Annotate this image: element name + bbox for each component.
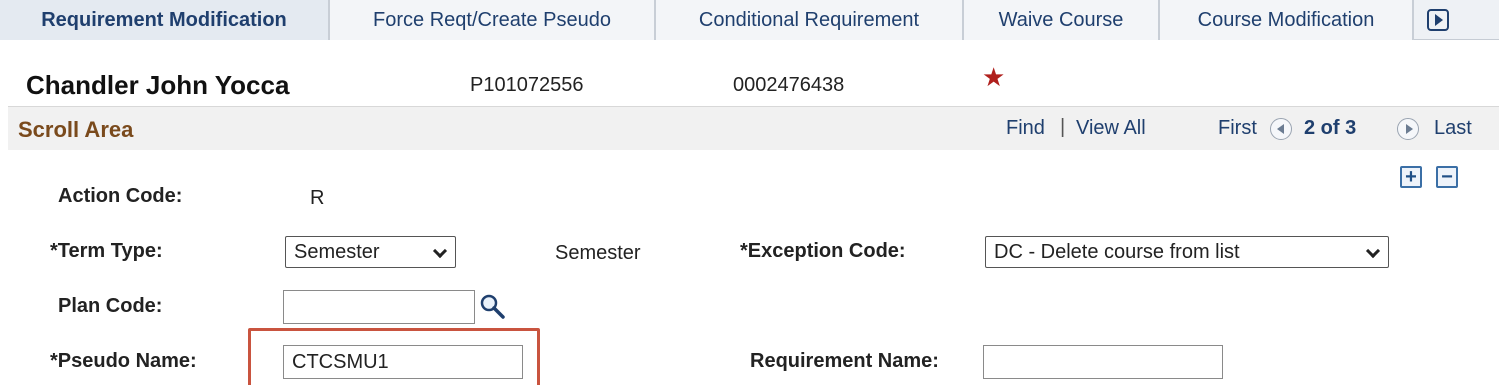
view-all-link[interactable]: View All [1076, 117, 1146, 140]
first-link[interactable]: First [1218, 117, 1257, 140]
chevron-down-icon [1365, 243, 1381, 259]
action-code-value: R [310, 187, 325, 209]
term-type-label: *Term Type: [50, 240, 163, 262]
chevron-right-icon [1405, 124, 1413, 134]
tab-scroll-right-button[interactable] [1414, 0, 1462, 40]
minus-icon: − [1441, 166, 1453, 188]
student-emplid: 0002476438 [733, 74, 845, 96]
exception-code-select[interactable]: DC - Delete course from list [985, 236, 1389, 268]
tab-conditional-requirement[interactable]: Conditional Requirement [656, 0, 964, 40]
tab-bar: Requirement Modification Force Reqt/Crea… [0, 0, 1499, 40]
chevron-down-icon [432, 243, 448, 259]
student-name: Chandler John Yocca [26, 70, 290, 100]
pseudo-name-label: *Pseudo Name: [50, 350, 197, 372]
student-id-number: P101072556 [470, 74, 584, 96]
chevron-right-icon [1427, 9, 1449, 31]
next-button[interactable] [1397, 118, 1419, 140]
requirement-name-label: Requirement Name: [750, 350, 939, 372]
chevron-left-icon [1277, 124, 1284, 134]
tab-course-modification[interactable]: Course Modification [1160, 0, 1414, 40]
requirement-name-input[interactable] [983, 345, 1223, 379]
row-position: 2 of 3 [1304, 117, 1357, 139]
delete-row-button[interactable]: − [1436, 166, 1458, 188]
pseudo-name-highlight [248, 328, 540, 385]
exception-code-selected: DC - Delete course from list [994, 240, 1240, 263]
tab-requirement-modification[interactable]: Requirement Modification [0, 0, 330, 40]
tab-waive-course[interactable]: Waive Course [964, 0, 1160, 40]
previous-button[interactable] [1270, 118, 1292, 140]
star-icon: ★ [982, 62, 1006, 92]
exception-code-label: *Exception Code: [740, 240, 906, 262]
term-type-description: Semester [555, 242, 641, 264]
plan-code-input[interactable] [283, 290, 475, 324]
last-link[interactable]: Last [1434, 117, 1472, 140]
action-code-label: Action Code: [58, 185, 183, 207]
term-type-select[interactable]: Semester [285, 236, 456, 268]
add-row-button[interactable]: + [1400, 166, 1422, 188]
scroll-area-title: Scroll Area [18, 117, 134, 142]
nav-separator: | [1060, 116, 1066, 138]
plus-icon: + [1405, 166, 1417, 188]
term-type-selected: Semester [294, 240, 380, 263]
plan-code-label: Plan Code: [58, 295, 163, 317]
tab-force-reqt-create-pseudo[interactable]: Force Reqt/Create Pseudo [330, 0, 656, 40]
search-icon[interactable] [478, 292, 506, 320]
find-link[interactable]: Find [1006, 117, 1045, 140]
